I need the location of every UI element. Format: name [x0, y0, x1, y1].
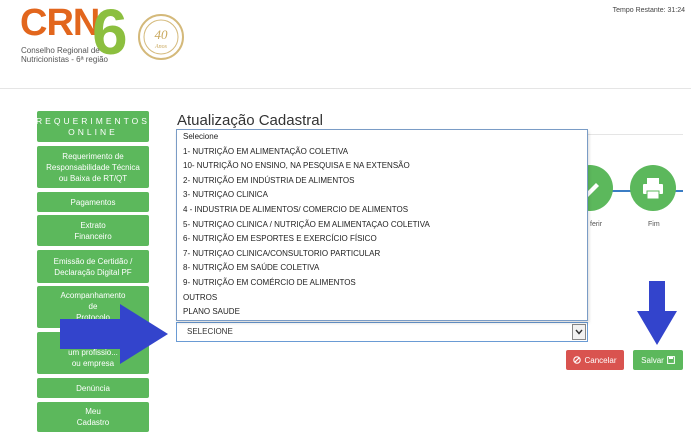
dropdown-option[interactable]: 3- NUTRIÇAO CLINICA: [177, 188, 587, 203]
dropdown-option[interactable]: 4 - INDUSTRIA DE ALIMENTOS/ COMERCIO DE …: [177, 203, 587, 218]
seal-text: Anos: [154, 44, 168, 50]
sidebar-item-label: Responsabilidade Técnica: [46, 162, 140, 172]
annotation-arrow-down-icon: [637, 281, 677, 345]
sidebar-item-extrato[interactable]: Extrato Financeiro: [37, 215, 149, 246]
sidebar-item-requerimento-rt[interactable]: Requerimento de Responsabilidade Técnica o…: [37, 146, 149, 188]
save-button[interactable]: Salvar: [633, 350, 683, 370]
logo-subtitle-line2: Nutricionistas - 6ª região: [21, 55, 108, 64]
sidebar-item-label: ou Baixa de RT/QT: [58, 173, 128, 183]
sidebar-item-label: Requerimento de: [62, 151, 124, 161]
dropdown-option[interactable]: 6- NUTRIÇÃO EM ESPORTES E EXERCÍCIO FÍSI…: [177, 232, 587, 247]
dropdown-option[interactable]: PLANO SAUDE: [177, 305, 587, 320]
area-atuacao-options-list: Selecione 1- NUTRIÇÃO EM ALIMENTAÇÃO COL…: [176, 129, 588, 321]
step-label-conferir: ferir: [590, 221, 603, 228]
cancel-button-label: Cancelar: [584, 355, 617, 365]
sidebar-item-meu-cadastro[interactable]: Meu Cadastro: [37, 402, 149, 432]
sidebar-heading: REQUERIMENTOS ONLINE: [36, 111, 150, 142]
sidebar-item-certidao[interactable]: Emissão de Certidão / Declaração Digital …: [37, 250, 149, 283]
select-value: SELECIONE: [187, 327, 233, 336]
printer-icon: [643, 178, 663, 200]
seal-number: 40: [155, 27, 169, 42]
sidebar-item-label: Acompanhamento: [60, 291, 126, 300]
dropdown-option[interactable]: 8- NUTRIÇÃO EM SAÚDE COLETIVA: [177, 261, 587, 276]
dropdown-option[interactable]: 9- NUTRIÇÃO EM COMÉRCIO DE ALIMENTOS: [177, 276, 587, 291]
header-divider: [0, 88, 691, 89]
annotation-arrow-right-icon: [60, 304, 168, 364]
sidebar-heading-line2: ONLINE: [68, 126, 118, 137]
sidebar-item-label: Extrato: [80, 220, 106, 230]
sidebar-item-label: Denúncia: [76, 383, 110, 393]
dropdown-option[interactable]: OUTROS: [177, 291, 587, 306]
dropdown-option[interactable]: 2- NUTRIÇÃO EM INDÚSTRIA DE ALIMENTOS: [177, 174, 587, 189]
dropdown-option[interactable]: 7- NUTRIÇAO CLINICA/CONSULTORIO PARTICUL…: [177, 247, 587, 262]
sidebar-item-pagamentos[interactable]: Pagamentos: [37, 192, 149, 212]
cancel-button[interactable]: Cancelar: [566, 350, 624, 370]
ban-icon: [573, 356, 582, 364]
page-title: Atualização Cadastral: [177, 112, 323, 129]
dropdown-option[interactable]: Selecione: [177, 130, 587, 145]
floppy-disk-icon: [666, 356, 675, 364]
sidebar-item-label: Pagamentos: [70, 197, 116, 207]
sidebar-item-denuncia[interactable]: Denúncia: [37, 378, 149, 398]
dropdown-option[interactable]: 1- NUTRIÇÃO EM ALIMENTAÇÃO COLETIVA: [177, 145, 587, 160]
sidebar-item-label: Financeiro: [74, 231, 112, 241]
logo-subtitle-line1: Conselho Regional de: [21, 46, 100, 55]
chevron-down-icon[interactable]: [572, 324, 586, 340]
logo-text: CRN: [20, 2, 100, 44]
step-fim-button[interactable]: [630, 165, 676, 211]
dropdown-option[interactable]: 5- NUTRIÇAO CLINICA / NUTRIÇÃO EM ALIMEN…: [177, 218, 587, 233]
sidebar-heading-line1: REQUERIMENTOS: [36, 115, 150, 126]
area-atuacao-select[interactable]: SELECIONE: [176, 322, 588, 342]
sidebar-item-label: Cadastro: [76, 418, 110, 427]
anniversary-seal-icon: 40 Anos: [138, 14, 184, 60]
save-button-label: Salvar: [641, 355, 664, 365]
sidebar-item-label: Declaração Digital PF: [54, 267, 132, 277]
sidebar-item-label: Emissão de Certidão /: [53, 256, 133, 266]
sidebar-item-label: Meu: [85, 407, 101, 416]
step-label-fim: Fim: [648, 221, 660, 228]
session-timer: Tempo Restante: 31:24: [612, 7, 685, 14]
dropdown-option[interactable]: 10- NUTRIÇÃO NO ENSINO, NA PESQUISA E NA…: [177, 159, 587, 174]
